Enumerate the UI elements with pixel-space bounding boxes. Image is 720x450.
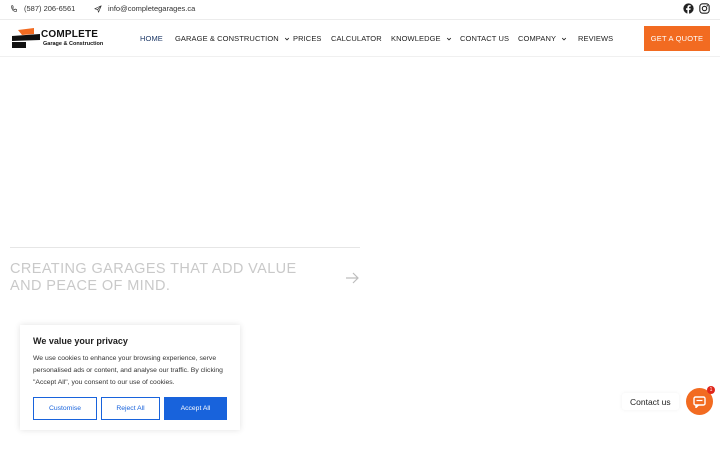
nav-knowledge[interactable]: KNOWLEDGE xyxy=(391,34,452,43)
cookie-description: We use cookies to enhance your browsing … xyxy=(33,355,223,386)
chevron-down-icon xyxy=(284,37,289,41)
cookie-title: We value your privacy xyxy=(33,336,128,346)
cookie-consent-banner: We value your privacy We use cookies to … xyxy=(20,325,240,430)
nav-calculator-label: CALCULATOR xyxy=(331,34,382,43)
nav-contact-us-label: CONTACT US xyxy=(460,34,510,43)
nav-calculator[interactable]: CALCULATOR xyxy=(331,34,382,43)
nav-home[interactable]: HOME xyxy=(140,34,163,43)
nav-reviews[interactable]: REVIEWS xyxy=(578,34,613,43)
logo-subtitle: Garage & Construction xyxy=(43,41,104,47)
notification-badge: 1 xyxy=(707,386,715,394)
nav-knowledge-label: KNOWLEDGE xyxy=(391,34,441,43)
customise-button[interactable]: Customise xyxy=(33,397,97,420)
nav-garage-construction[interactable]: GARAGE & CONSTRUCTION xyxy=(175,34,290,43)
email-address: info@completegarages.ca xyxy=(108,4,196,13)
facebook-icon[interactable] xyxy=(683,3,694,14)
logo-title: COMPLETE xyxy=(41,29,99,40)
phone-icon xyxy=(11,4,17,12)
nav-garage-construction-label: GARAGE & CONSTRUCTION xyxy=(175,34,279,43)
arrow-right-icon[interactable] xyxy=(345,272,359,284)
hero-divider xyxy=(10,247,360,248)
chevron-down-icon xyxy=(446,37,451,41)
phone-number: (587) 206-6561 xyxy=(24,4,76,13)
send-icon xyxy=(94,4,102,13)
nav-reviews-label: REVIEWS xyxy=(578,34,614,43)
reject-all-button[interactable]: Reject All xyxy=(101,397,160,420)
chevron-down-icon xyxy=(561,37,567,41)
nav-company[interactable]: COMPANY xyxy=(518,34,567,43)
phone-link[interactable]: (587) 206-6561 xyxy=(10,4,75,13)
nav-prices[interactable]: PRICES xyxy=(293,34,322,43)
chat-icon xyxy=(693,395,706,408)
instagram-icon[interactable] xyxy=(699,3,710,14)
get-a-quote-button[interactable]: GET A QUOTE xyxy=(644,26,710,51)
logo-mark-icon xyxy=(12,28,40,48)
top-bar: (587) 206-6561 info@completegarages.ca xyxy=(0,0,720,20)
nav-home-label: HOME xyxy=(140,34,163,43)
site-logo[interactable]: COMPLETE Garage & Construction xyxy=(12,28,104,50)
nav-company-label: COMPANY xyxy=(518,34,557,43)
email-link[interactable]: info@completegarages.ca xyxy=(94,4,195,13)
contact-us-label[interactable]: Contact us xyxy=(622,393,679,410)
accept-all-button[interactable]: Accept All xyxy=(164,397,227,420)
hero-heading: CREATING GARAGES THAT ADD VALUE AND PEAC… xyxy=(10,261,297,294)
nav-contact-us[interactable]: CONTACT US xyxy=(460,34,509,43)
nav-prices-label: PRICES xyxy=(293,34,322,43)
